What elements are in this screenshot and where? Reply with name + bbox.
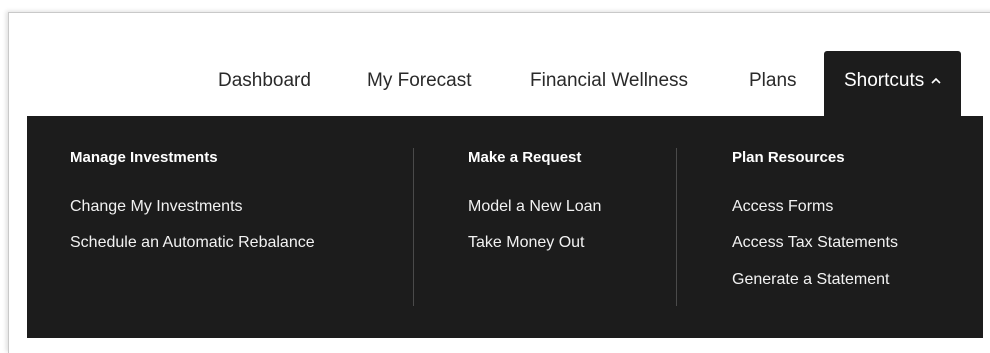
column-divider (413, 148, 414, 306)
link-access-tax-statements[interactable]: Access Tax Statements (732, 234, 898, 252)
link-schedule-automatic-rebalance[interactable]: Schedule an Automatic Rebalance (70, 234, 315, 252)
column-title: Plan Resources (732, 149, 845, 166)
shortcuts-menu: Manage Investments Change My Investments… (27, 116, 983, 338)
link-take-money-out[interactable]: Take Money Out (468, 234, 585, 252)
nav-plans[interactable]: Plans (749, 51, 797, 116)
link-model-new-loan[interactable]: Model a New Loan (468, 198, 601, 216)
nav-my-forecast[interactable]: My Forecast (367, 51, 472, 116)
chevron-up-icon (931, 49, 941, 109)
link-generate-statement[interactable]: Generate a Statement (732, 271, 889, 289)
link-change-my-investments[interactable]: Change My Investments (70, 198, 243, 216)
column-divider (676, 148, 677, 306)
column-title: Manage Investments (70, 149, 218, 166)
nav-shortcuts-label: Shortcuts (844, 70, 925, 92)
top-nav: Dashboard My Forecast Financial Wellness… (0, 51, 990, 116)
nav-shortcuts[interactable]: Shortcuts (824, 49, 962, 116)
nav-dashboard[interactable]: Dashboard (218, 51, 311, 116)
nav-financial-wellness[interactable]: Financial Wellness (530, 51, 688, 116)
column-title: Make a Request (468, 149, 582, 166)
link-access-forms[interactable]: Access Forms (732, 198, 833, 216)
